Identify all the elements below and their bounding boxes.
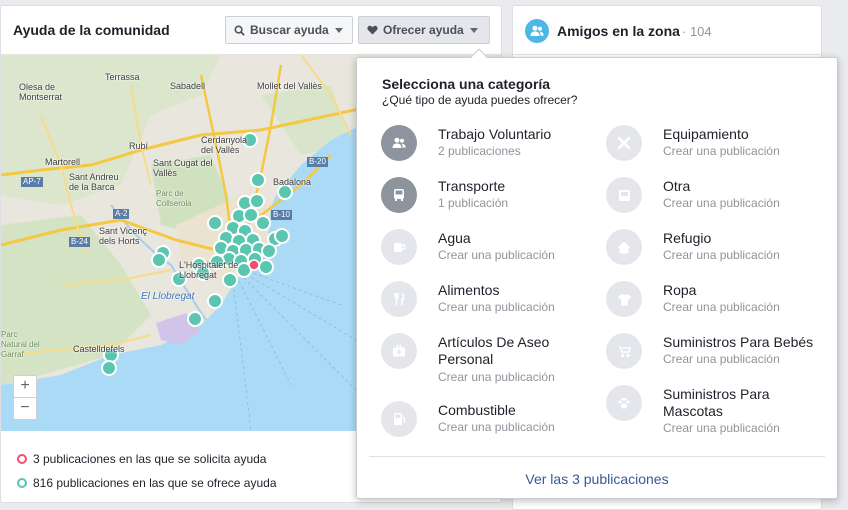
category-water[interactable]: Agua Crear una publicación (381, 229, 606, 277)
road-label: B-10 (271, 210, 292, 220)
volunteer-icon (381, 125, 417, 161)
category-name: Equipamiento (663, 126, 749, 142)
tools-icon (606, 125, 642, 161)
map-label: Parc de Collserola (156, 189, 192, 208)
legend-offer-row: 816 publicaciones en las que se ofrece a… (17, 476, 277, 490)
legend-ask-label: 3 publicaciones en las que se solicita a… (33, 452, 267, 466)
offer-help-button[interactable]: Ofrecer ayuda (358, 16, 490, 44)
category-name: Trabajo Voluntario (438, 126, 552, 142)
category-equipment[interactable]: Equipamiento Crear una publicación (606, 125, 831, 173)
friends-nearby-header: Amigos en la zona · 104 (513, 6, 821, 55)
friends-nearby-title[interactable]: Amigos en la zona (557, 23, 680, 39)
category-shelter[interactable]: Refugio Crear una publicación (606, 229, 831, 277)
dropdown-divider (369, 456, 825, 457)
offer-help-label: Ofrecer ayuda (383, 23, 464, 37)
category-sub: Crear una publicación (663, 196, 780, 210)
category-pet-supplies[interactable]: Suministros Para Mascotas Crear una publ… (606, 385, 831, 435)
heart-icon (367, 25, 378, 35)
category-transport[interactable]: Transporte 1 publicación (381, 177, 606, 225)
category-name: Otra (663, 178, 691, 194)
zoom-in-button[interactable]: + (13, 375, 37, 398)
category-toiletries[interactable]: Artículos De Aseo Personal Crear una pub… (381, 333, 606, 384)
map-label: Parc Natural del Garraf (1, 330, 40, 359)
category-sub: Crear una publicación (663, 352, 780, 366)
category-sub: Crear una publicación (438, 370, 555, 384)
category-sub: Crear una publicación (663, 248, 780, 262)
map-label: Sabadell (170, 81, 206, 91)
map-label: Terrassa (105, 72, 140, 82)
category-name: Ropa (663, 282, 697, 298)
bus-icon (381, 177, 417, 213)
search-help-button[interactable]: Buscar ayuda (225, 16, 353, 44)
category-clothing[interactable]: Ropa Crear una publicación (606, 281, 831, 329)
community-help-header: Ayuda de la comunidad Buscar ayuda Ofrec… (1, 6, 501, 55)
inbox-icon (606, 177, 642, 213)
category-name: Agua (438, 230, 471, 246)
map-label: Sant Cugat del Vallès (153, 158, 213, 178)
map-label: Castelldefels (73, 344, 125, 354)
map-label: Badalona (273, 177, 312, 187)
friends-count: · 104 (682, 24, 712, 39)
category-name: Transporte (438, 178, 506, 194)
map-label: Sant Vicenç dels Horts (99, 226, 147, 246)
category-name: Artículos De Aseo Personal (438, 334, 550, 367)
category-name: Combustible (438, 402, 516, 418)
category-name: Refugio (663, 230, 712, 246)
road-label: A-2 (113, 209, 130, 219)
category-baby-supplies[interactable]: Suministros Para Bebés Crear una publica… (606, 333, 831, 381)
map-label: Sant Andreu de la Barca (69, 172, 119, 192)
category-sub: Crear una publicación (438, 420, 555, 434)
ask-marker-icon (17, 454, 27, 464)
cutlery-icon (381, 281, 417, 317)
category-name: Alimentos (438, 282, 500, 298)
map-label: Mollet del Vallès (257, 81, 322, 91)
home-icon (606, 229, 642, 265)
search-icon (234, 25, 245, 36)
dropdown-title: Selecciona una categoría (382, 76, 551, 92)
category-name: Suministros Para Mascotas (663, 386, 770, 419)
community-help-title: Ayuda de la comunidad (13, 22, 170, 38)
category-volunteer[interactable]: Trabajo Voluntario 2 publicaciones (381, 125, 606, 173)
category-sub: 1 publicación (438, 196, 509, 210)
map-label: Cerdanyola del Vallès (201, 135, 248, 155)
map-label: Martorell (45, 157, 81, 167)
cup-icon (381, 229, 417, 265)
map-label: Olesa de Montserrat (19, 82, 63, 102)
offer-marker-icon (17, 478, 27, 488)
category-other[interactable]: Otra Crear una publicación (606, 177, 831, 225)
road-label: B-20 (307, 157, 328, 167)
road-label: AP-7 (21, 177, 43, 187)
category-food[interactable]: Alimentos Crear una publicación (381, 281, 606, 329)
paw-icon (606, 385, 642, 421)
shirt-icon (606, 281, 642, 317)
category-sub: Crear una publicación (663, 421, 780, 435)
road-label: B-24 (69, 237, 90, 247)
category-sub: 2 publicaciones (438, 144, 521, 158)
map-label: L'Hospitalet de Llobregat (179, 260, 239, 280)
legend-ask-row: 3 publicaciones en las que se solicita a… (17, 452, 266, 466)
category-sub: Crear una publicación (438, 300, 555, 314)
chevron-down-icon (334, 27, 343, 33)
legend-offer-label: 816 publicaciones en las que se ofrece a… (33, 476, 277, 490)
category-sub: Crear una publicación (663, 144, 780, 158)
category-sub: Crear una publicación (663, 300, 780, 314)
offer-category-dropdown: Selecciona una categoría ¿Qué tipo de ay… (356, 48, 838, 499)
map-label: Rubí (129, 141, 149, 151)
view-posts-link[interactable]: Ver las 3 publicaciones (357, 471, 837, 487)
first-aid-icon (381, 333, 417, 369)
search-help-label: Buscar ayuda (250, 23, 329, 37)
zoom-out-button[interactable]: − (13, 397, 37, 420)
fuel-icon (381, 401, 417, 437)
category-fuel[interactable]: Combustible Crear una publicación (381, 401, 606, 449)
dropdown-subtitle: ¿Qué tipo de ayuda puedes ofrecer? (382, 93, 578, 107)
category-name: Suministros Para Bebés (663, 334, 814, 350)
category-sub: Crear una publicación (438, 248, 555, 262)
friends-icon (525, 19, 549, 43)
stroller-icon (606, 333, 642, 369)
chevron-down-icon (469, 27, 478, 33)
map-label: El Llobregat (141, 291, 195, 302)
